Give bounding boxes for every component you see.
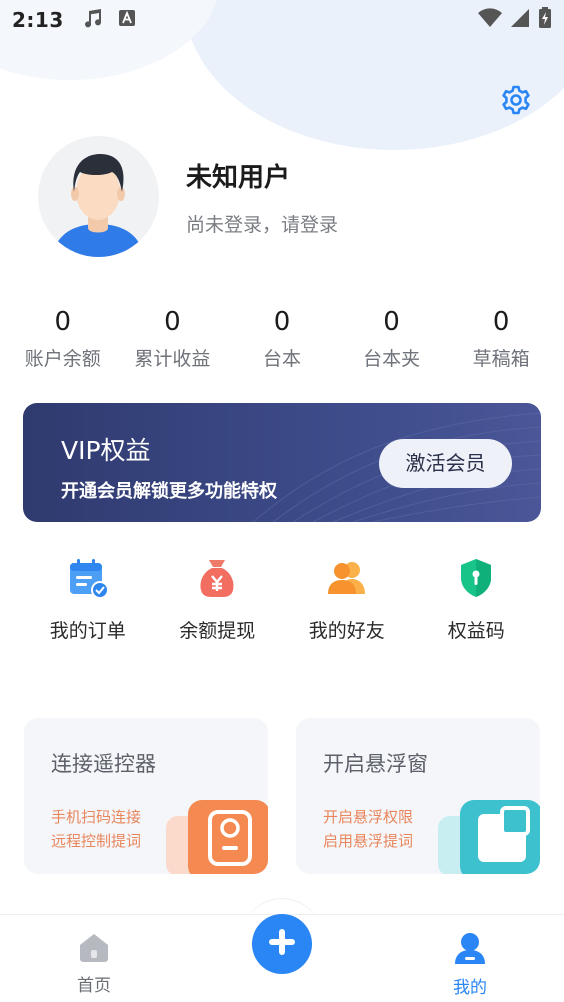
stat-label: 台本夹 bbox=[363, 348, 421, 370]
vip-subtitle: 开通会员解锁更多功能特权 bbox=[61, 481, 277, 502]
action-my-friends[interactable]: 我的好友 bbox=[282, 556, 412, 643]
feature-desc-line1: 手机扫码连接 bbox=[51, 808, 142, 826]
enable-float-window-card[interactable]: 开启悬浮窗 开启悬浮权限 启用悬浮提词 bbox=[296, 718, 540, 874]
stat-value: 0 bbox=[164, 307, 181, 337]
action-withdraw[interactable]: 余额提现 bbox=[153, 556, 283, 643]
home-icon bbox=[77, 934, 111, 967]
status-bar: 2:13 bbox=[0, 0, 564, 40]
cell-signal-icon bbox=[510, 8, 530, 32]
stat-label: 账户余额 bbox=[24, 348, 101, 370]
login-prompt[interactable]: 尚未登录，请登录 bbox=[186, 210, 338, 237]
settings-button[interactable] bbox=[498, 84, 534, 120]
quick-actions: 我的订单 余额提现 我的好友 权益码 bbox=[23, 556, 541, 643]
stat-label: 累计收益 bbox=[134, 348, 211, 370]
action-label: 我的好友 bbox=[308, 620, 385, 642]
remote-icon bbox=[166, 800, 268, 874]
action-my-orders[interactable]: 我的订单 bbox=[23, 556, 153, 643]
music-icon bbox=[82, 7, 104, 33]
shield-icon bbox=[454, 556, 498, 600]
action-label: 我的订单 bbox=[49, 620, 126, 642]
wifi-icon bbox=[478, 8, 502, 32]
plus-icon bbox=[267, 927, 297, 961]
nav-home[interactable]: 首页 bbox=[54, 931, 134, 996]
float-window-icon bbox=[438, 800, 540, 874]
stat-scripts[interactable]: 0 台本 bbox=[227, 304, 337, 371]
stat-value: 0 bbox=[492, 307, 510, 337]
activate-membership-button[interactable]: 激活会员 bbox=[379, 439, 512, 488]
friends-icon bbox=[325, 556, 369, 600]
feature-desc-line1: 开启悬浮权限 bbox=[323, 808, 414, 826]
connect-remote-card[interactable]: 连接遥控器 手机扫码连接 远程控制提词 bbox=[24, 718, 268, 874]
nav-label-mine: 我的 bbox=[453, 978, 487, 998]
gear-icon bbox=[500, 84, 532, 120]
feature-desc-line2: 远程控制提词 bbox=[51, 832, 142, 850]
a-font-icon bbox=[118, 9, 136, 31]
money-bag-icon bbox=[195, 556, 239, 600]
stats-row: 0 账户余额 0 累计收益 0 台本 0 台本夹 0 草稿箱 bbox=[8, 304, 556, 371]
calendar-check-icon bbox=[66, 556, 110, 600]
nav-label-home: 首页 bbox=[77, 976, 111, 996]
stat-earnings[interactable]: 0 累计收益 bbox=[118, 304, 228, 371]
feature-title: 开启悬浮窗 bbox=[323, 752, 428, 776]
nav-mine[interactable]: 我的 bbox=[430, 931, 510, 998]
user-name[interactable]: 未知用户 bbox=[186, 157, 290, 194]
stat-script-folders[interactable]: 0 台本夹 bbox=[337, 304, 447, 371]
user-icon bbox=[453, 933, 487, 969]
stat-label: 台本 bbox=[262, 348, 301, 370]
stat-value: 0 bbox=[273, 307, 291, 337]
action-label: 余额提现 bbox=[179, 620, 256, 642]
vip-title: VIP权益 bbox=[61, 436, 151, 465]
vip-card[interactable]: VIP权益 开通会员解锁更多功能特权 激活会员 bbox=[23, 403, 541, 522]
status-time: 2:13 bbox=[12, 8, 64, 32]
stat-balance[interactable]: 0 账户余额 bbox=[8, 304, 118, 371]
stat-value: 0 bbox=[54, 307, 72, 337]
avatar[interactable] bbox=[38, 136, 159, 257]
action-label: 权益码 bbox=[447, 620, 505, 642]
stat-label: 草稿箱 bbox=[472, 348, 530, 370]
feature-title: 连接遥控器 bbox=[51, 752, 156, 776]
action-benefit-code[interactable]: 权益码 bbox=[412, 556, 542, 643]
battery-icon bbox=[538, 7, 552, 33]
add-button[interactable] bbox=[252, 914, 312, 974]
stat-value: 0 bbox=[383, 307, 400, 337]
stat-drafts[interactable]: 0 草稿箱 bbox=[446, 304, 556, 371]
feature-desc-line2: 启用悬浮提词 bbox=[323, 832, 414, 850]
